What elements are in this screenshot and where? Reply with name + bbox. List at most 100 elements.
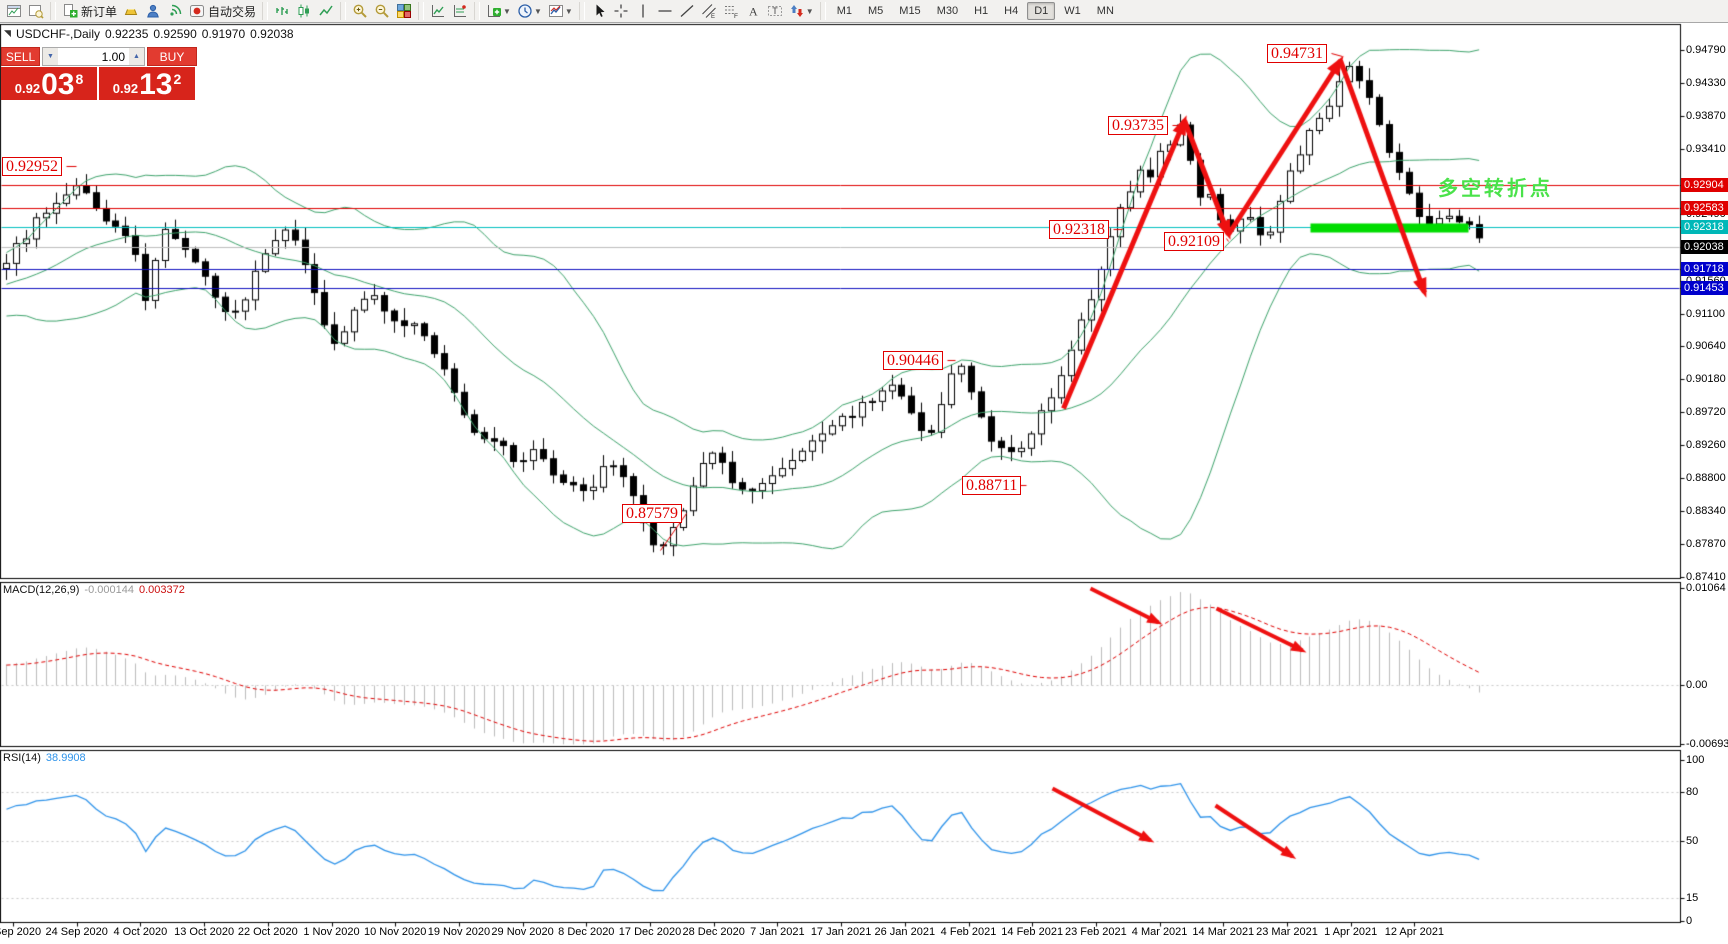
chevron-down-icon: ▼ <box>806 7 814 16</box>
buy-button[interactable]: BUY <box>147 47 197 66</box>
tile-windows-icon <box>396 3 412 19</box>
date-tick-label: 4 Mar 2021 <box>1132 926 1188 938</box>
indicator-window-button[interactable] <box>427 0 449 22</box>
signals-button[interactable] <box>164 0 186 22</box>
new-order-icon <box>62 3 78 19</box>
date-tick-label: 23 Feb 2021 <box>1065 926 1127 938</box>
buy-price-prefix: 0.92 <box>113 81 138 96</box>
timeframe-button-m1[interactable]: M1 <box>830 2 859 20</box>
svg-text:E: E <box>711 14 715 19</box>
sell-price-prefix: 0.92 <box>15 81 40 96</box>
trendline-button[interactable] <box>676 0 698 22</box>
price-tick-label: 0.90180 <box>1686 373 1728 385</box>
chevron-down-icon: ▼ <box>565 7 573 16</box>
timeframe-button-m30[interactable]: M30 <box>930 2 965 20</box>
shapes-button[interactable]: ▼ <box>786 0 817 22</box>
cursor-button[interactable] <box>588 0 610 22</box>
date-tick-label: 10 Nov 2020 <box>364 926 426 938</box>
indicator-window2-button[interactable] <box>449 0 471 22</box>
price-badge-0.92583: 0.92583 <box>1681 201 1728 215</box>
timeframe-button-m15[interactable]: M15 <box>892 2 927 20</box>
rsi-tick-label: 80 <box>1686 786 1728 798</box>
rsi-tick-label: 100 <box>1686 754 1728 766</box>
price-tick-label: 0.89720 <box>1686 406 1728 418</box>
sell-price-main: 03 <box>41 71 74 99</box>
price-tick-label: 0.90640 <box>1686 340 1728 352</box>
zoom-out-button[interactable] <box>371 0 393 22</box>
price-tick-label: 0.93410 <box>1686 143 1728 155</box>
chart-preview-button[interactable] <box>25 0 47 22</box>
price-callout-0.92952[interactable]: 0.92952 <box>2 157 62 176</box>
label-button[interactable]: T <box>764 0 786 22</box>
volume-decrease-button[interactable]: ▼ <box>43 48 58 65</box>
price-tick-label: 0.87870 <box>1686 538 1728 550</box>
add-indicator-icon <box>486 3 502 19</box>
date-tick-label: 1 Nov 2020 <box>303 926 359 938</box>
new-order-button-label: 新订单 <box>81 3 117 20</box>
price-chart-canvas[interactable] <box>0 0 1728 944</box>
timeframe-button-h1[interactable]: H1 <box>967 2 995 20</box>
macd-label: MACD(12,26,9)-0.0001440.003372 <box>3 584 185 596</box>
price-tick-label: 0.94790 <box>1686 44 1728 56</box>
price-callout-0.87579[interactable]: 0.87579 <box>622 504 682 523</box>
price-callout-0.94731[interactable]: 0.94731 <box>1267 44 1327 63</box>
open-value: 0.92235 <box>105 27 148 41</box>
mt4-terminal: 新订单自动交易▼▼▼EFAT▼M1M5M15M30H1H4D1W1MN 1 ◥ … <box>0 0 1728 944</box>
candlestick-button[interactable] <box>293 0 315 22</box>
date-tick-label: 23 Mar 2021 <box>1256 926 1318 938</box>
rsi-tick-label: 0 <box>1686 915 1728 927</box>
text-icon: A <box>745 3 761 19</box>
timeframe-button-m5[interactable]: M5 <box>861 2 890 20</box>
line-chart-button[interactable] <box>315 0 337 22</box>
sell-price-panel[interactable]: 0.92 03 8 <box>1 67 97 100</box>
date-tick-label: 29 Nov 2020 <box>491 926 553 938</box>
timeframe-button-d1[interactable]: D1 <box>1027 2 1055 20</box>
text-button[interactable]: A <box>742 0 764 22</box>
gold-icon <box>123 3 139 19</box>
new-order-button[interactable]: 新订单 <box>59 0 120 22</box>
chart-window-icon <box>6 3 22 19</box>
main-toolbar: 新订单自动交易▼▼▼EFAT▼M1M5M15M30H1H4D1W1MN <box>0 0 1728 23</box>
price-callout-0.90446[interactable]: 0.90446 <box>883 351 943 370</box>
price-callout-0.92109[interactable]: 0.92109 <box>1164 232 1224 251</box>
autotrade-icon <box>189 3 205 19</box>
chevron-down-icon: ▼ <box>503 7 511 16</box>
volume-increase-button[interactable]: ▲ <box>129 48 144 65</box>
date-tick-label: 26 Jan 2021 <box>875 926 936 938</box>
channel-button[interactable]: E <box>698 0 720 22</box>
gold-button[interactable] <box>120 0 142 22</box>
hline-button[interactable] <box>654 0 676 22</box>
zoom-in-button[interactable] <box>349 0 371 22</box>
rsi-label: RSI(14)38.9908 <box>3 752 86 764</box>
template-icon <box>548 3 564 19</box>
timeframe-button-h4[interactable]: H4 <box>997 2 1025 20</box>
chart-window-button[interactable] <box>3 0 25 22</box>
timeframe-button-mn[interactable]: MN <box>1090 2 1121 20</box>
sell-button[interactable]: SELL <box>1 47 40 66</box>
autotrade-button[interactable]: 自动交易 <box>186 0 259 22</box>
date-tick-label: 4 Oct 2020 <box>113 926 167 938</box>
price-callout-0.93735[interactable]: 0.93735 <box>1108 116 1168 135</box>
price-callout-0.88711[interactable]: 0.88711 <box>962 476 1021 495</box>
date-tick-label: 28 Dec 2020 <box>682 926 744 938</box>
price-callout-0.92318[interactable]: 0.92318 <box>1049 220 1109 239</box>
period-button[interactable]: ▼ <box>514 0 545 22</box>
buy-price-panel[interactable]: 0.92 13 2 <box>99 67 195 100</box>
market-watch-button[interactable] <box>142 0 164 22</box>
volume-input[interactable] <box>58 48 129 65</box>
rsi-value: 38.9908 <box>46 752 86 764</box>
rsi-tick-label: 50 <box>1686 835 1728 847</box>
crosshair-button[interactable] <box>610 0 632 22</box>
timeframe-button-w1[interactable]: W1 <box>1057 2 1088 20</box>
turning-point-note[interactable]: 多空转折点 <box>1438 172 1553 201</box>
hline-icon <box>657 3 673 19</box>
vline-button[interactable] <box>632 0 654 22</box>
template-button[interactable]: ▼ <box>545 0 576 22</box>
fibonacci-button[interactable]: F <box>720 0 742 22</box>
bar-chart-icon <box>274 3 290 19</box>
tile-windows-button[interactable] <box>393 0 415 22</box>
volume-spinner: ▼ ▲ <box>42 47 145 66</box>
add-indicator-button[interactable]: ▼ <box>483 0 514 22</box>
bar-chart-button[interactable] <box>271 0 293 22</box>
period-icon <box>517 3 533 19</box>
